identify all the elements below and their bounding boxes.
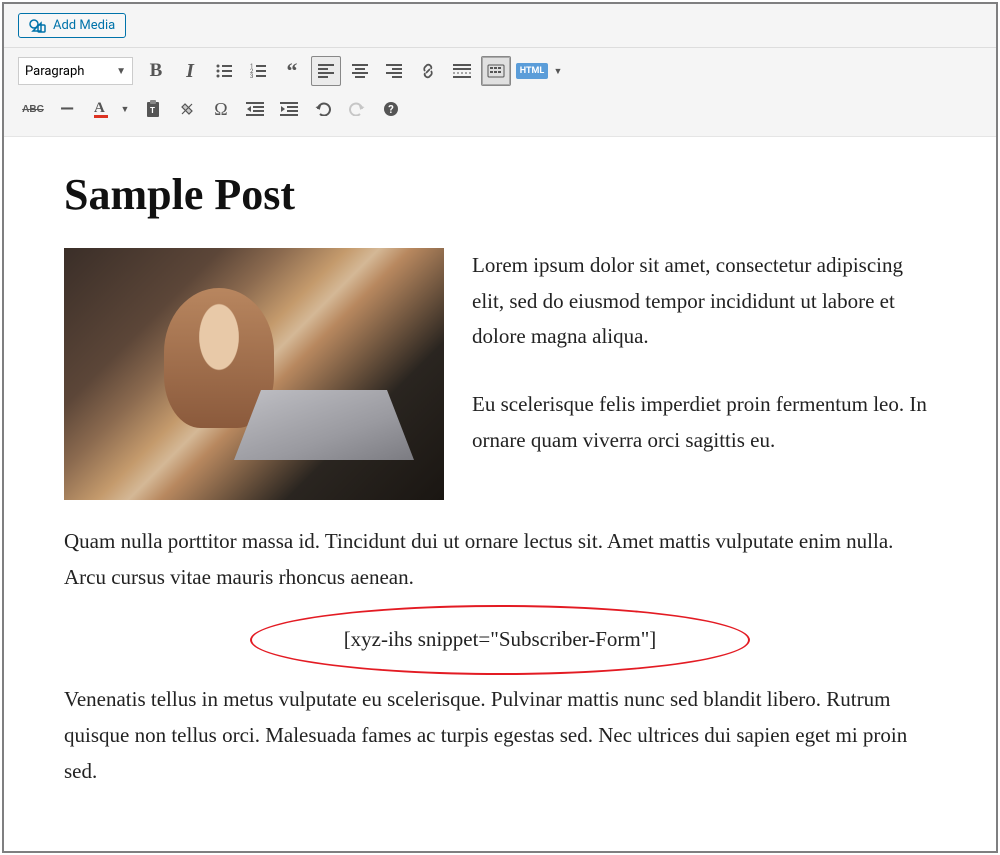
- bold-button[interactable]: B: [141, 56, 171, 86]
- help-button[interactable]: ?: [376, 94, 406, 124]
- editor-window: Add Media Paragraph ▼ B I 123 “: [2, 2, 998, 853]
- media-icon: [29, 19, 47, 33]
- post-image[interactable]: [64, 248, 444, 500]
- horizontal-rule-button[interactable]: ―: [52, 94, 82, 124]
- post-title[interactable]: Sample Post: [64, 169, 936, 220]
- paragraph-2[interactable]: Eu scelerisque felis imperdiet proin fer…: [472, 387, 936, 458]
- paragraph-3[interactable]: Quam nulla porttitor massa id. Tincidunt…: [64, 524, 936, 595]
- redo-button[interactable]: [342, 94, 372, 124]
- read-more-button[interactable]: [447, 56, 477, 86]
- italic-button[interactable]: I: [175, 56, 205, 86]
- paragraph-1[interactable]: Lorem ipsum dolor sit amet, consectetur …: [472, 248, 936, 355]
- special-character-button[interactable]: Ω: [206, 94, 236, 124]
- format-selected-label: Paragraph: [25, 64, 84, 79]
- paste-text-button[interactable]: T: [138, 94, 168, 124]
- align-right-button[interactable]: [379, 56, 409, 86]
- side-text[interactable]: Lorem ipsum dolor sit amet, consectetur …: [472, 248, 936, 500]
- html-button[interactable]: HTML: [515, 56, 549, 86]
- blockquote-button[interactable]: “: [277, 56, 307, 86]
- text-color-button[interactable]: A: [86, 94, 116, 124]
- html-dropdown-arrow[interactable]: ▼: [553, 56, 567, 86]
- dropdown-arrow-icon: ▼: [116, 66, 126, 77]
- svg-text:T: T: [150, 106, 155, 115]
- svg-text:3: 3: [250, 73, 253, 79]
- undo-button[interactable]: [308, 94, 338, 124]
- shortcode-block[interactable]: [xyz-ihs snippet="Subscriber-Form"]: [64, 619, 936, 660]
- editor-content[interactable]: Sample Post Lorem ipsum dolor sit amet, …: [4, 137, 996, 789]
- toolbar-toggle-button[interactable]: [481, 56, 511, 86]
- align-left-button[interactable]: [311, 56, 341, 86]
- shortcode-text[interactable]: [xyz-ihs snippet="Subscriber-Form"]: [344, 627, 657, 652]
- link-button[interactable]: [413, 56, 443, 86]
- numbered-list-button[interactable]: 123: [243, 56, 273, 86]
- format-dropdown[interactable]: Paragraph ▼: [18, 57, 133, 85]
- toolbar-row-2: ABC ― A ▼ T Ω: [18, 90, 982, 128]
- media-toolbar: Add Media: [4, 4, 996, 48]
- clear-formatting-button[interactable]: [172, 94, 202, 124]
- top-section: Lorem ipsum dolor sit amet, consectetur …: [64, 248, 936, 500]
- bulleted-list-button[interactable]: [209, 56, 239, 86]
- toolbar-row-1: Paragraph ▼ B I 123 “: [18, 52, 982, 90]
- svg-text:?: ?: [388, 103, 394, 116]
- align-center-button[interactable]: [345, 56, 375, 86]
- outdent-button[interactable]: [240, 94, 270, 124]
- add-media-label: Add Media: [53, 18, 115, 33]
- strikethrough-button[interactable]: ABC: [18, 94, 48, 124]
- indent-button[interactable]: [274, 94, 304, 124]
- text-color-dropdown[interactable]: ▼: [120, 94, 134, 124]
- format-toolbar: Paragraph ▼ B I 123 “: [4, 48, 996, 137]
- add-media-button[interactable]: Add Media: [18, 13, 126, 38]
- paragraph-4[interactable]: Venenatis tellus in metus vulputate eu s…: [64, 682, 936, 789]
